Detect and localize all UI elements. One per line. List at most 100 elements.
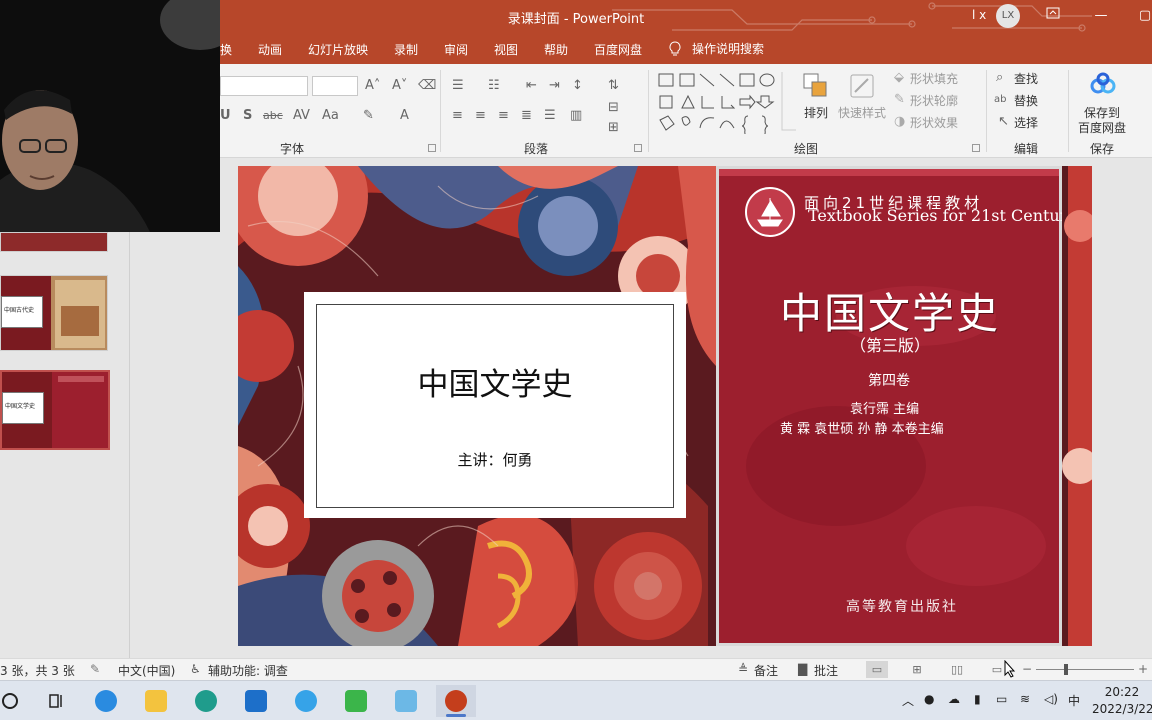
justify-icon[interactable]: ≣ bbox=[521, 108, 532, 124]
clear-formatting-icon[interactable]: ⌫ bbox=[418, 78, 436, 94]
numbering-icon[interactable]: ☷ bbox=[488, 78, 500, 94]
strikethrough-icon[interactable]: abc bbox=[263, 108, 283, 124]
shape-effects-label[interactable]: 形状效果 bbox=[910, 114, 958, 131]
paragraph-dialog-launcher-icon[interactable] bbox=[634, 144, 642, 152]
slide-sorter-icon[interactable]: ⊞ bbox=[906, 661, 928, 678]
internet-explorer-icon[interactable] bbox=[86, 685, 126, 717]
mail-icon[interactable] bbox=[236, 685, 276, 717]
underline-icon[interactable]: U bbox=[220, 108, 231, 124]
font-size-combo[interactable] bbox=[312, 76, 358, 96]
tray-overflow-icon[interactable]: ︿ bbox=[902, 692, 914, 709]
slide-canvas[interactable]: 中国文学史 主讲：何勇 面向21世纪课程教材 Textbook Series f… bbox=[238, 166, 1092, 646]
slide-thumbnail-2[interactable]: 中国古代史 bbox=[0, 275, 108, 351]
browser-e-icon[interactable] bbox=[286, 685, 326, 717]
status-bar: 3 张，共 3 张 ✎ 中文(中国) ♿ 辅助功能: 调查 ≜ 备注 ▇ 批注 … bbox=[0, 658, 1152, 680]
grow-font-icon[interactable]: A˄ bbox=[365, 78, 380, 94]
shapes-gallery[interactable] bbox=[656, 70, 796, 134]
accessibility-icon: ♿ bbox=[190, 662, 201, 676]
start-search-icon[interactable] bbox=[0, 685, 30, 717]
user-avatar[interactable]: LX bbox=[996, 4, 1020, 28]
find-label[interactable]: 查找 bbox=[1014, 70, 1038, 87]
reading-view-icon[interactable]: ▯▯ bbox=[946, 661, 968, 678]
line-spacing-icon[interactable]: ↕ bbox=[572, 78, 583, 94]
qq-tray-icon[interactable]: ● bbox=[924, 692, 934, 706]
minimize-icon[interactable]: — bbox=[1086, 4, 1116, 28]
zoom-slider-thumb[interactable] bbox=[1064, 664, 1068, 675]
title-placeholder[interactable]: 中国文学史 主讲：何勇 bbox=[304, 292, 686, 518]
system-clock[interactable]: 20:22 2022/3/22 bbox=[1092, 684, 1152, 718]
save-to-baidu-label-2[interactable]: 百度网盘 bbox=[1078, 119, 1126, 136]
normal-view-icon[interactable]: ▭ bbox=[866, 661, 888, 678]
comments-button[interactable]: 批注 bbox=[814, 662, 838, 679]
slide-title[interactable]: 中国文学史 bbox=[317, 359, 673, 404]
font-name-combo[interactable] bbox=[220, 76, 308, 96]
select-label[interactable]: 选择 bbox=[1014, 114, 1038, 131]
replace-label[interactable]: 替换 bbox=[1014, 92, 1038, 109]
zoom-in-icon[interactable]: + bbox=[1138, 662, 1148, 676]
align-right-icon[interactable]: ≡ bbox=[498, 108, 509, 124]
tell-me-search[interactable]: 操作说明搜索 bbox=[668, 40, 764, 57]
drawing-dialog-launcher-icon[interactable] bbox=[972, 144, 980, 152]
task-view-icon[interactable] bbox=[36, 685, 76, 717]
shape-outline-label[interactable]: 形状轮廓 bbox=[910, 92, 958, 109]
font-dialog-launcher-icon[interactable] bbox=[428, 144, 436, 152]
align-left-icon[interactable]: ≡ bbox=[452, 108, 463, 124]
wifi-tray-icon[interactable]: ≋ bbox=[1020, 692, 1030, 706]
language-indicator[interactable]: 中文(中国) bbox=[118, 662, 175, 679]
tab-review[interactable]: 审阅 bbox=[444, 41, 468, 58]
align-text-icon[interactable]: ⊟ bbox=[608, 100, 619, 116]
book-cover-image[interactable]: 面向21世纪课程教材 Textbook Series for 21st Cent… bbox=[716, 166, 1062, 646]
slide-subtitle[interactable]: 主讲：何勇 bbox=[317, 449, 673, 470]
columns-icon[interactable]: ▥ bbox=[570, 108, 582, 124]
smartart-icon[interactable]: ⊞ bbox=[608, 120, 619, 136]
onedrive-tray-icon[interactable]: ☁ bbox=[948, 692, 960, 706]
character-spacing-icon[interactable]: AV bbox=[293, 108, 310, 124]
microphone-tray-icon[interactable]: ▮ bbox=[974, 692, 981, 706]
text-direction-icon[interactable]: ⇅ bbox=[608, 78, 619, 94]
title-frame: 中国文学史 主讲：何勇 bbox=[316, 304, 674, 508]
zoom-slider[interactable] bbox=[1036, 669, 1134, 670]
arrange-icon[interactable] bbox=[802, 72, 830, 100]
quick-styles-label[interactable]: 快速样式 bbox=[838, 104, 886, 121]
shadow-icon[interactable]: S bbox=[243, 108, 252, 124]
spellcheck-icon[interactable]: ✎ bbox=[90, 662, 100, 676]
accessibility-status[interactable]: 辅助功能: 调查 bbox=[208, 662, 288, 679]
media-app-icon[interactable] bbox=[386, 685, 426, 717]
tab-animations[interactable]: 动画 bbox=[258, 41, 282, 58]
highlight-icon[interactable]: ✎ bbox=[363, 108, 374, 124]
tab-view[interactable]: 视图 bbox=[494, 41, 518, 58]
tab-help[interactable]: 帮助 bbox=[544, 41, 568, 58]
edge-browser-icon[interactable] bbox=[186, 685, 226, 717]
volume-tray-icon[interactable]: ◁) bbox=[1044, 692, 1058, 706]
arrange-label[interactable]: 排列 bbox=[804, 104, 828, 121]
change-case-icon[interactable]: Aa bbox=[322, 108, 339, 124]
powerpoint-taskbar-icon[interactable] bbox=[436, 685, 476, 717]
font-color-icon[interactable]: A bbox=[400, 108, 409, 124]
quick-styles-icon[interactable] bbox=[848, 72, 876, 100]
user-name[interactable]: l x bbox=[972, 8, 986, 22]
tab-record[interactable]: 录制 bbox=[394, 41, 418, 58]
zoom-out-icon[interactable]: − bbox=[1022, 662, 1032, 676]
shape-fill-label[interactable]: 形状填充 bbox=[910, 70, 958, 87]
notes-button[interactable]: 备注 bbox=[754, 662, 778, 679]
file-explorer-icon[interactable] bbox=[136, 685, 176, 717]
ime-indicator[interactable]: 中 bbox=[1068, 692, 1080, 709]
tab-transitions[interactable]: 换 bbox=[220, 41, 232, 58]
shrink-font-icon[interactable]: A˅ bbox=[392, 78, 407, 94]
thumbnail-book-image bbox=[51, 276, 107, 350]
align-center-icon[interactable]: ≡ bbox=[475, 108, 486, 124]
wechat-icon[interactable] bbox=[336, 685, 376, 717]
tab-baidu-netdisk[interactable]: 百度网盘 bbox=[594, 41, 642, 58]
lightbulb-icon bbox=[669, 40, 681, 55]
increase-indent-icon[interactable]: ⇥ bbox=[549, 78, 560, 94]
slide-thumbnail-3[interactable]: 中国文学史 bbox=[0, 370, 110, 450]
tab-slideshow[interactable]: 幻灯片放映 bbox=[308, 41, 368, 58]
bullets-icon[interactable]: ☰ bbox=[452, 78, 464, 94]
battery-tray-icon[interactable]: ▭ bbox=[996, 692, 1007, 706]
baidu-netdisk-icon[interactable] bbox=[1090, 72, 1116, 96]
decrease-indent-icon[interactable]: ⇤ bbox=[526, 78, 537, 94]
slide-thumbnail-1[interactable] bbox=[0, 232, 108, 252]
distributed-icon[interactable]: ☰ bbox=[544, 108, 556, 124]
ribbon-display-options-icon[interactable] bbox=[1038, 4, 1068, 28]
restore-icon[interactable]: ▢ bbox=[1130, 4, 1152, 28]
